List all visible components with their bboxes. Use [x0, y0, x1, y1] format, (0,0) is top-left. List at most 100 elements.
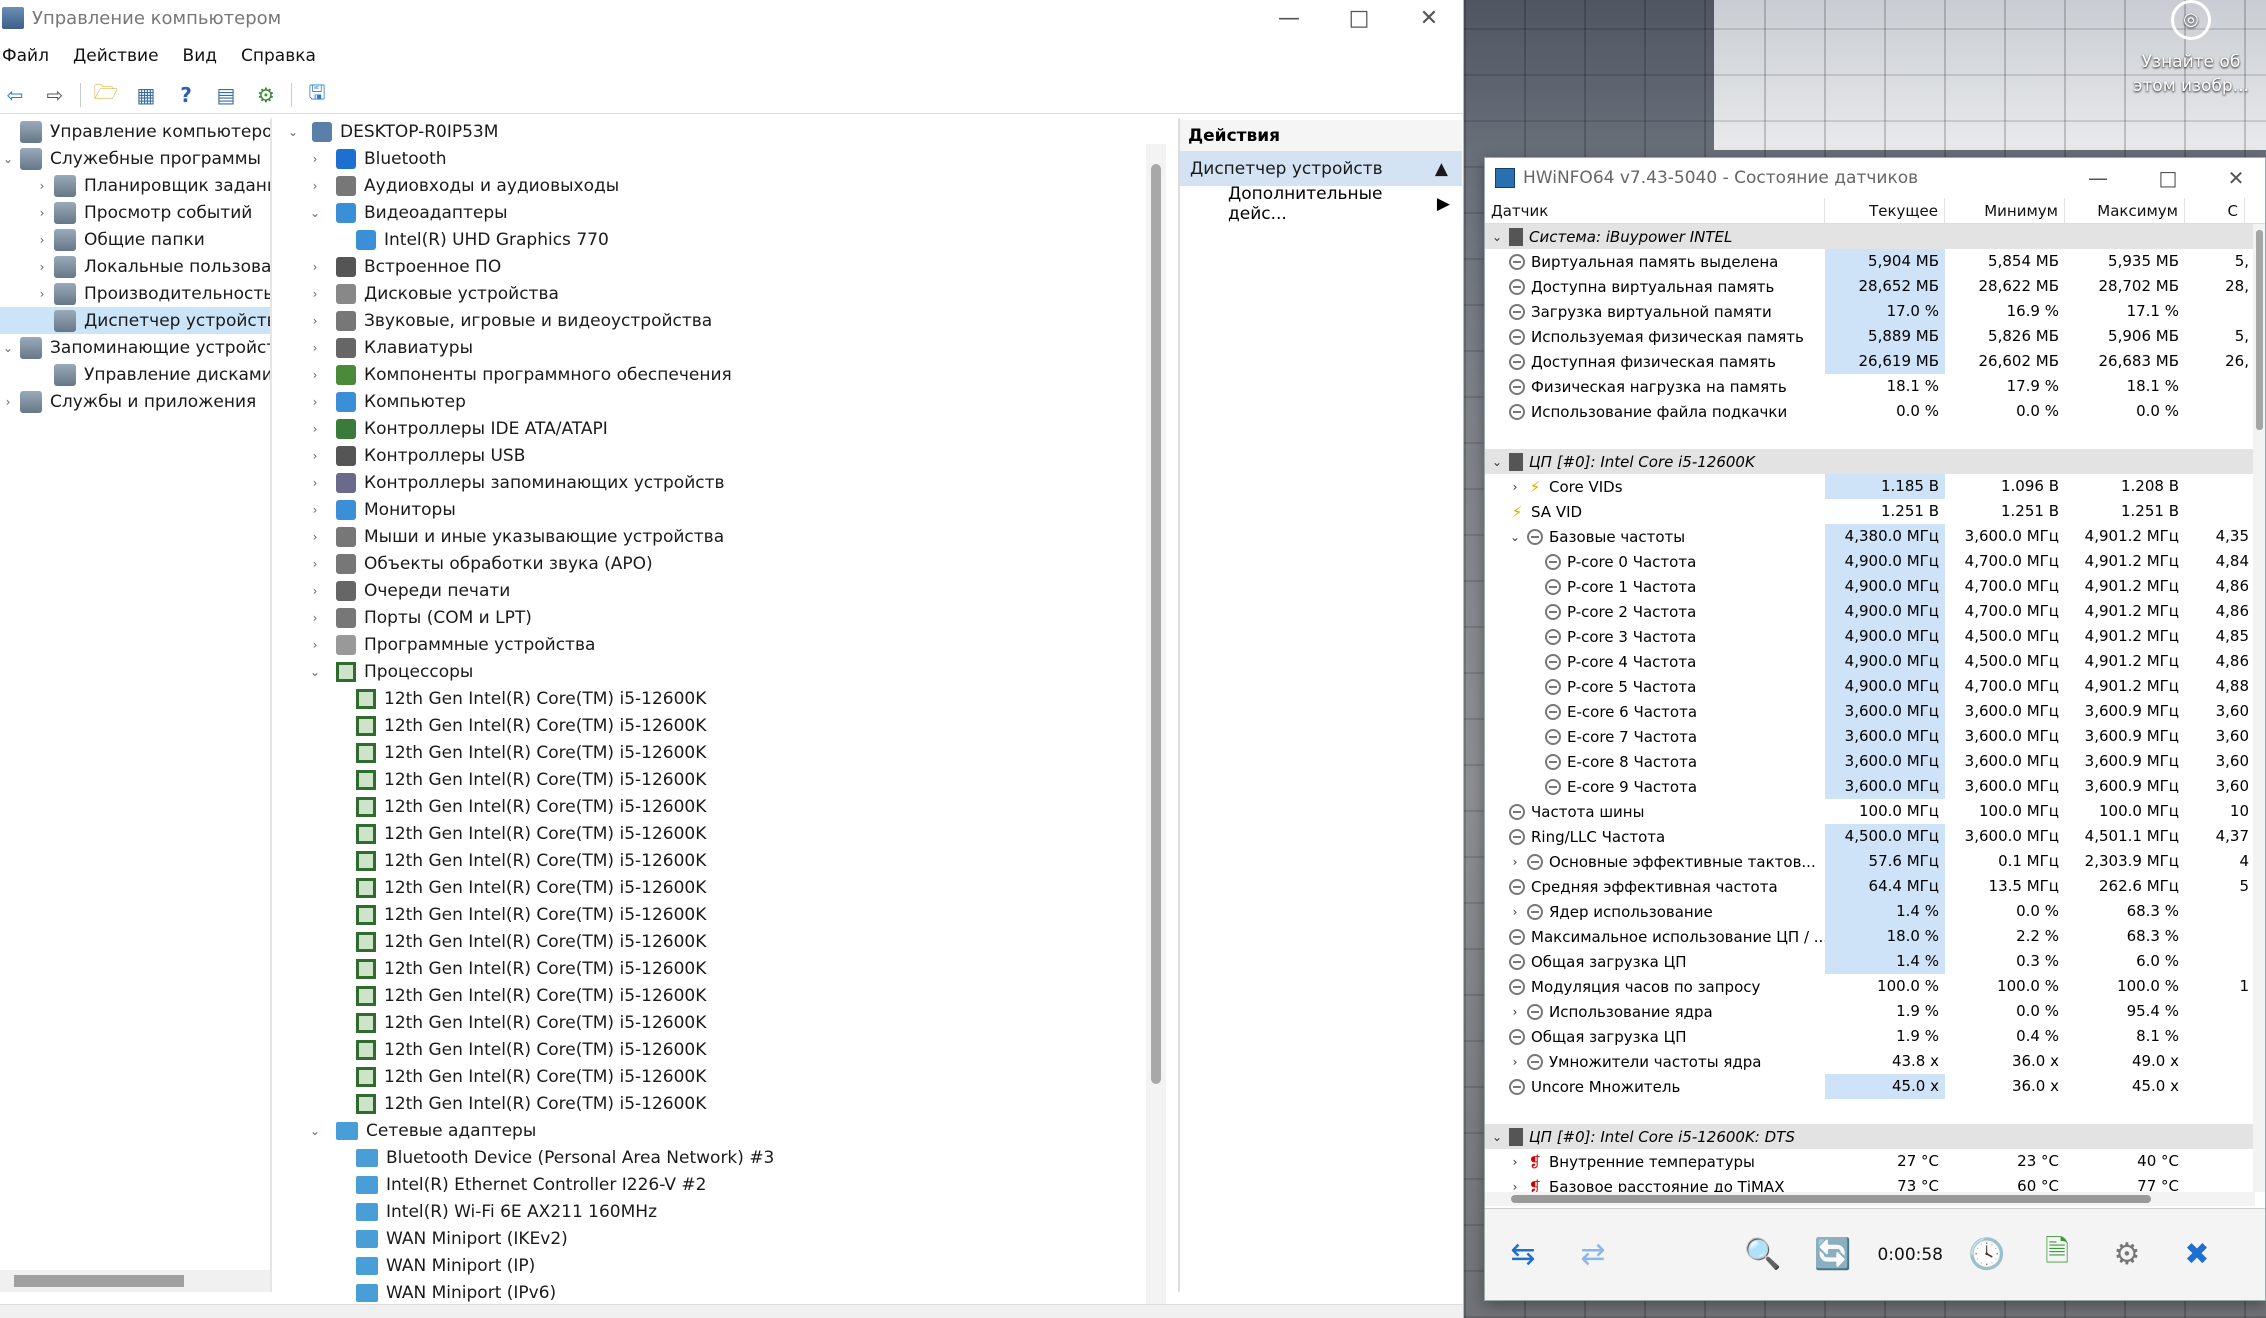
chevron-icon[interactable]: › — [298, 503, 332, 517]
chevron-icon[interactable]: › — [298, 530, 332, 544]
device-tree-item[interactable]: Intel(R) Ethernet Controller I226-V #2 — [278, 1171, 1168, 1198]
cm-title-bar[interactable]: Управление компьютером — □ ✕ — [0, 0, 1463, 36]
chevron-icon[interactable]: › — [34, 260, 50, 274]
menu-file[interactable]: Файл — [0, 46, 59, 66]
sensor-row[interactable]: Частота шины 100.0 МГц 100.0 МГц 100.0 МГц 1… — [1485, 799, 2255, 824]
device-tree-item[interactable]: 12th Gen Intel(R) Core(TM) i5-12600K — [278, 685, 1168, 712]
expand-toggle-icon[interactable]: › — [1507, 855, 1523, 869]
device-tree-item[interactable]: › Контроллеры USB — [278, 442, 1168, 469]
chevron-icon[interactable]: › — [298, 449, 332, 463]
column-minimum[interactable]: Минимум — [1945, 198, 2065, 223]
sensor-vertical-scrollbar[interactable] — [2253, 224, 2265, 1192]
sensor-row[interactable]: P-core 2 Частота 4,900.0 МГц 4,700.0 МГц 4,… — [1485, 599, 2255, 624]
sensor-row[interactable]: Доступная физическая память 26,619 МБ 26,6… — [1485, 349, 2255, 374]
chevron-icon[interactable]: ⌄ — [278, 125, 308, 139]
clock-icon[interactable]: 🕓 — [1957, 1225, 2017, 1285]
device-tree-item[interactable]: ⌄ Процессоры — [278, 658, 1168, 685]
chevron-icon[interactable]: › — [34, 233, 50, 247]
device-tree-item[interactable]: › Контроллеры IDE ATA/ATAPI — [278, 415, 1168, 442]
sensor-group-row[interactable]: ⌄ Система: iBuypower INTEL — [1485, 224, 2255, 249]
sensor-row[interactable]: › ⚡ Core VIDs 1.185 В 1.096 В 1.208 В — [1485, 474, 2255, 499]
chevron-icon[interactable]: › — [34, 179, 50, 193]
device-tree-item[interactable]: WAN Miniport (IP) — [278, 1252, 1168, 1279]
sensor-row[interactable]: E-core 7 Частота 3,600.0 МГц 3,600.0 МГц 3,… — [1485, 724, 2255, 749]
tree-item[interactable]: ⌄ Запоминающие устройств — [0, 334, 270, 361]
tree-item[interactable]: › Общие папки — [0, 226, 270, 253]
network-monitor-icon[interactable]: 🔍 — [1733, 1225, 1793, 1285]
monitor-icon[interactable]: 🖫 — [302, 80, 332, 109]
tree-item[interactable]: › Службы и приложения — [0, 388, 270, 415]
expand-toggle-icon[interactable]: › — [1507, 1055, 1523, 1069]
sensor-row[interactable]: P-core 5 Частота 4,900.0 МГц 4,700.0 МГц 4,… — [1485, 674, 2255, 699]
chevron-icon[interactable]: ⌄ — [0, 152, 16, 166]
device-tree-item[interactable]: › Аудиовходы и аудиовыходы — [278, 172, 1168, 199]
sensor-row[interactable]: › Умножители частоты ядра 43.8 x 36.0 x 49.0… — [1485, 1049, 2255, 1074]
tree-item[interactable]: Управление компьютером (лс — [0, 118, 270, 145]
chevron-icon[interactable]: › — [298, 152, 332, 166]
menu-help[interactable]: Справка — [239, 46, 326, 66]
sensor-row[interactable]: P-core 1 Частота 4,900.0 МГц 4,700.0 МГц 4,… — [1485, 574, 2255, 599]
chevron-icon[interactable]: › — [298, 611, 332, 625]
sensor-row[interactable]: Доступна виртуальная память 28,652 МБ 28,6… — [1485, 274, 2255, 299]
scrollbar-thumb[interactable] — [2256, 230, 2263, 430]
device-tree-item[interactable]: 12th Gen Intel(R) Core(TM) i5-12600K — [278, 955, 1168, 982]
sensor-row[interactable]: ⌄ Базовые частоты 4,380.0 МГц 3,600.0 МГц 4,… — [1485, 524, 2255, 549]
chevron-icon[interactable]: › — [0, 395, 16, 409]
device-tree-item[interactable]: 12th Gen Intel(R) Core(TM) i5-12600K — [278, 1036, 1168, 1063]
chevron-icon[interactable]: ⌄ — [0, 341, 16, 355]
device-tree-item[interactable]: 12th Gen Intel(R) Core(TM) i5-12600K — [278, 739, 1168, 766]
device-tree-item[interactable]: 12th Gen Intel(R) Core(TM) i5-12600K — [278, 874, 1168, 901]
tree-item[interactable]: Диспетчер устройств — [0, 307, 270, 334]
sensor-row[interactable]: Загрузка виртуальной памяти 17.0 % 16.9 % 1… — [1485, 299, 2255, 324]
device-tree-vertical-scrollbar[interactable] — [1146, 144, 1166, 1304]
hw-title-bar[interactable]: HWiNFO64 v7.43-5040 - Состояние датчиков… — [1485, 158, 2265, 198]
settings-gear-icon[interactable]: ⚙ — [2097, 1225, 2157, 1285]
sensor-row[interactable]: P-core 4 Частота 4,900.0 МГц 4,500.0 МГц 4,… — [1485, 649, 2255, 674]
device-tree-item[interactable]: Intel(R) UHD Graphics 770 — [278, 226, 1168, 253]
sensor-row[interactable]: Максимальное использование ЦП / ... 18.0 … — [1485, 924, 2255, 949]
chevron-icon[interactable]: › — [34, 206, 50, 220]
more-actions-item[interactable]: Дополнительные дейс... ▶ — [1180, 184, 1462, 224]
device-tree-item[interactable]: › Компоненты программного обеспечения — [278, 361, 1168, 388]
device-tree-item[interactable]: › Компьютер — [278, 388, 1168, 415]
chevron-icon[interactable]: ⌄ — [298, 665, 332, 679]
chevron-icon[interactable]: › — [298, 395, 332, 409]
device-tree-item[interactable]: ⌄ Сетевые адаптеры — [278, 1117, 1168, 1144]
maximize-button[interactable]: □ — [1324, 0, 1394, 36]
expand-toggle-icon[interactable]: ⌄ — [1489, 230, 1505, 244]
expand-toggle-icon[interactable]: › — [1507, 1155, 1523, 1169]
device-tree-item[interactable]: › Клавиатуры — [278, 334, 1168, 361]
up-folder-icon[interactable]: 🗁 — [91, 80, 121, 109]
tree-item[interactable]: › Производительность — [0, 280, 270, 307]
device-tree-item[interactable]: › Программные устройства — [278, 631, 1168, 658]
tree-item[interactable]: › Просмотр событий — [0, 199, 270, 226]
device-tree-item[interactable]: › Встроенное ПО — [278, 253, 1168, 280]
column-sensor[interactable]: Датчик — [1485, 198, 1825, 223]
device-tree-item[interactable]: 12th Gen Intel(R) Core(TM) i5-12600K — [278, 1009, 1168, 1036]
forward-arrow-icon[interactable]: ⇨ — [40, 81, 70, 109]
device-tree-item[interactable]: › Мыши и иные указывающие устройства — [278, 523, 1168, 550]
device-tree-item[interactable]: › Мониторы — [278, 496, 1168, 523]
sensor-row[interactable]: E-core 6 Частота 3,600.0 МГц 3,600.0 МГц 3,… — [1485, 699, 2255, 724]
sensor-row[interactable]: Ring/LLC Частота 4,500.0 МГц 3,600.0 МГц 4,… — [1485, 824, 2255, 849]
chevron-icon[interactable]: › — [34, 287, 50, 301]
chevron-icon[interactable]: › — [298, 260, 332, 274]
device-tree-item[interactable]: 12th Gen Intel(R) Core(TM) i5-12600K — [278, 847, 1168, 874]
chevron-icon[interactable]: › — [298, 314, 332, 328]
device-tree-item[interactable]: 12th Gen Intel(R) Core(TM) i5-12600K — [278, 1090, 1168, 1117]
device-tree-item[interactable]: Intel(R) Wi-Fi 6E AX211 160MHz — [278, 1198, 1168, 1225]
hw-minimize-button[interactable]: — — [2063, 158, 2133, 198]
device-tree-item[interactable]: › Bluetooth — [278, 145, 1168, 172]
back-arrow-icon[interactable]: ⇦ — [0, 81, 30, 109]
device-tree-item[interactable]: 12th Gen Intel(R) Core(TM) i5-12600K — [278, 712, 1168, 739]
expand-arrows-icon[interactable]: ⇄ — [1563, 1225, 1623, 1285]
device-tree-item[interactable]: › Контроллеры запоминающих устройств — [278, 469, 1168, 496]
sensor-row[interactable]: E-core 9 Частота 3,600.0 МГц 3,600.0 МГц 3,… — [1485, 774, 2255, 799]
chevron-icon[interactable]: › — [298, 476, 332, 490]
sensor-row[interactable]: › Ядер использование 1.4 % 0.0 % 68.3 % — [1485, 899, 2255, 924]
device-tree-item[interactable]: 12th Gen Intel(R) Core(TM) i5-12600K — [278, 901, 1168, 928]
device-tree-item[interactable]: › Дисковые устройства — [278, 280, 1168, 307]
chevron-icon[interactable]: › — [298, 557, 332, 571]
chevron-icon[interactable]: ⌄ — [298, 206, 332, 220]
device-tree-item[interactable]: 12th Gen Intel(R) Core(TM) i5-12600K — [278, 928, 1168, 955]
